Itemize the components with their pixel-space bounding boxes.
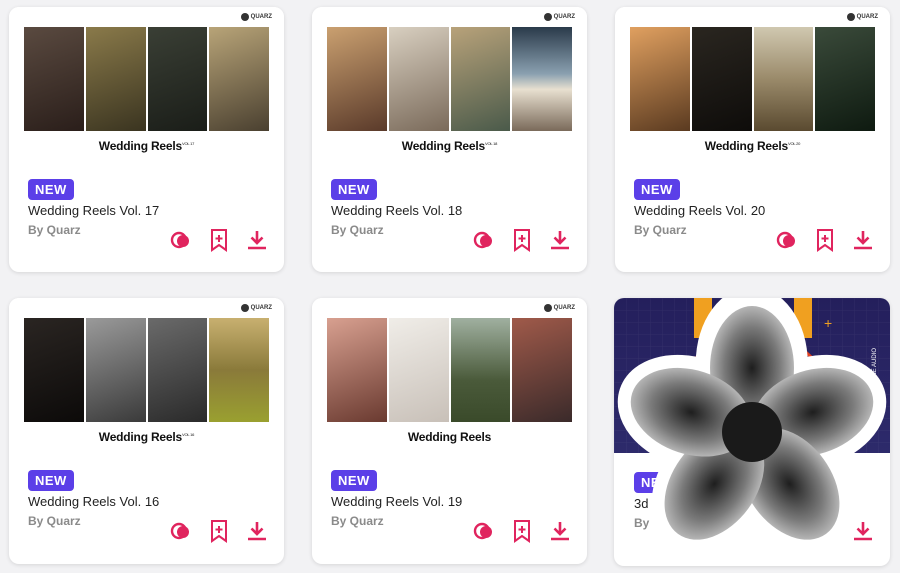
photo-panel	[512, 318, 572, 422]
photo-panel	[147, 27, 208, 131]
card-actions	[473, 229, 571, 252]
card-title[interactable]: Wedding Reels Vol. 18	[331, 203, 462, 218]
thumbnail-panels	[327, 318, 572, 422]
card-actions	[473, 520, 571, 543]
thumbnail-title: Wedding Reels	[407, 430, 492, 444]
photo-panel	[209, 318, 269, 422]
download-icon[interactable]	[852, 229, 874, 251]
thumbnail-panels	[24, 318, 269, 422]
bookmark-add-icon[interactable]	[511, 229, 533, 252]
card-actions	[776, 229, 874, 252]
photo-panel	[147, 318, 208, 422]
flower-sticker-icon	[617, 298, 887, 553]
quarz-logo-icon	[543, 13, 552, 21]
download-icon[interactable]	[549, 229, 571, 251]
bookmark-add-icon[interactable]	[511, 520, 533, 543]
photo-panel	[512, 27, 572, 131]
photo-panel	[327, 318, 387, 422]
new-badge: NEW	[331, 470, 377, 491]
quarz-logo-icon	[240, 304, 249, 312]
card-wedding-reels-17[interactable]: QUARZ Wedding ReelsVOL 17 NEW Wedding Re…	[9, 7, 284, 272]
download-icon[interactable]	[549, 520, 571, 542]
brand-logo: QUARZ	[543, 304, 575, 312]
bookmark-add-icon[interactable]	[814, 229, 836, 252]
brand-logo: QUARZ	[846, 13, 878, 21]
photo-panel	[450, 27, 511, 131]
thumbnail[interactable]: QUARZ Wedding Reels	[312, 298, 587, 458]
bookmark-add-icon[interactable]	[208, 229, 230, 252]
thumbnail-title: Wedding ReelsVOL 18	[401, 139, 498, 153]
thumbnail-title: Wedding ReelsVOL 20	[704, 139, 801, 153]
photo-panel	[85, 318, 146, 422]
card-wedding-reels-19[interactable]: QUARZ Wedding Reels NEW Wedding Reels Vo…	[312, 298, 587, 564]
card-actions	[170, 229, 268, 252]
card-author[interactable]: By Quarz	[331, 514, 384, 528]
brand-logo: QUARZ	[240, 13, 272, 21]
new-badge: NEW	[634, 179, 680, 200]
quarz-logo-icon	[846, 13, 855, 21]
photo-panel	[388, 27, 449, 131]
photo-panel	[753, 27, 814, 131]
new-badge: NEW	[331, 179, 377, 200]
card-title[interactable]: Wedding Reels Vol. 19	[331, 494, 462, 509]
new-badge: NEW	[28, 470, 74, 491]
overlap-circles-icon[interactable]	[776, 229, 798, 251]
thumbnail-panels	[630, 27, 875, 131]
brand-logo: QUARZ	[240, 304, 272, 312]
photo-panel	[85, 27, 146, 131]
overlap-circles-icon[interactable]	[473, 520, 495, 542]
thumbnail-panels	[327, 27, 572, 131]
quarz-logo-icon	[240, 13, 249, 21]
card-author[interactable]: By Quarz	[28, 514, 81, 528]
thumbnail-panels	[24, 27, 269, 131]
photo-panel	[209, 27, 269, 131]
bookmark-add-icon[interactable]	[208, 520, 230, 543]
download-icon[interactable]	[246, 520, 268, 542]
overlap-circles-icon[interactable]	[473, 229, 495, 251]
overlap-circles-icon[interactable]	[170, 520, 192, 542]
download-icon[interactable]	[246, 229, 268, 251]
photo-panel	[24, 318, 84, 422]
card-wedding-reels-16[interactable]: QUARZ Wedding ReelsVOL 16 NEW Wedding Re…	[9, 298, 284, 564]
brand-logo: QUARZ	[543, 13, 575, 21]
photo-panel	[691, 27, 752, 131]
card-title[interactable]: Wedding Reels Vol. 17	[28, 203, 159, 218]
card-wedding-reels-20[interactable]: QUARZ Wedding ReelsVOL 20 NEW Wedding Re…	[615, 7, 890, 272]
thumbnail[interactable]: QUARZ Wedding ReelsVOL 20	[615, 7, 890, 167]
thumbnail-title: Wedding ReelsVOL 17	[98, 139, 195, 153]
photo-panel	[327, 27, 387, 131]
photo-panel	[24, 27, 84, 131]
photo-panel	[815, 27, 875, 131]
thumbnail-title: Wedding ReelsVOL 16	[98, 430, 195, 444]
card-author[interactable]: By Quarz	[28, 223, 81, 237]
new-badge: NEW	[28, 179, 74, 200]
quarz-logo-icon	[543, 304, 552, 312]
thumbnail[interactable]: QUARZ Wedding ReelsVOL 18	[312, 7, 587, 167]
photo-panel	[630, 27, 690, 131]
photo-panel	[450, 318, 511, 422]
card-title[interactable]: Wedding Reels Vol. 20	[634, 203, 765, 218]
card-author[interactable]: By Quarz	[331, 223, 384, 237]
thumbnail[interactable]: QUARZ Wedding ReelsVOL 16	[9, 298, 284, 458]
thumbnail[interactable]: QUARZ Wedding ReelsVOL 17	[9, 7, 284, 167]
card-actions	[170, 520, 268, 543]
overlap-circles-icon[interactable]	[170, 229, 192, 251]
card-title[interactable]: Wedding Reels Vol. 16	[28, 494, 159, 509]
card-author[interactable]: By Quarz	[634, 223, 687, 237]
card-wedding-reels-18[interactable]: QUARZ Wedding ReelsVOL 18 NEW Wedding Re…	[312, 7, 587, 272]
photo-panel	[388, 318, 449, 422]
